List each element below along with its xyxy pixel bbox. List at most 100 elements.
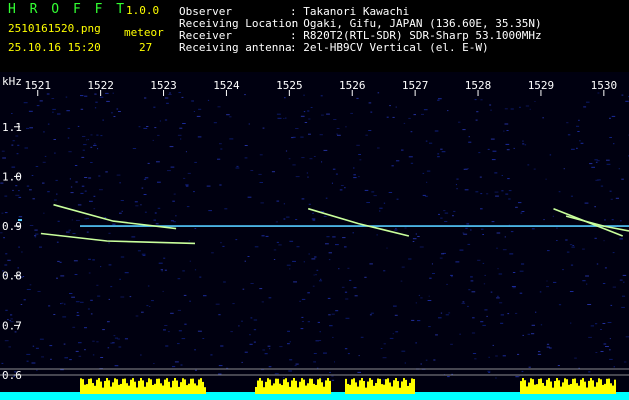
noise-speck [29,127,33,129]
noise-speck [615,197,619,199]
noise-speck [308,118,311,120]
noise-speck [345,317,350,319]
noise-speck [591,166,595,168]
noise-speck [500,314,504,316]
noise-speck [312,219,316,221]
noise-speck [313,353,317,354]
noise-speck [433,359,436,361]
signal-bar [361,378,363,394]
noise-speck [480,321,484,323]
noise-speck [17,267,19,269]
noise-speck [48,305,51,307]
noise-speck [51,98,55,99]
noise-speck [590,325,594,327]
noise-speck [249,343,253,345]
noise-speck [585,275,589,277]
signal-bar [150,379,152,394]
noise-speck [81,185,85,187]
signal-bar [379,378,381,394]
signal-bar [359,380,361,394]
x-tick-label: 1529 [528,79,555,92]
noise-speck [69,359,72,361]
signal-bar [136,387,138,394]
noise-speck [476,111,479,113]
noise-speck [273,249,277,251]
noise-speck [164,269,167,271]
noise-speck [472,317,475,319]
noise-speck [429,142,433,144]
signal-bar [148,378,150,394]
noise-speck [494,172,498,174]
noise-speck [295,128,299,129]
noise-speck [177,278,181,280]
noise-speck [55,179,58,181]
noise-speck [494,191,499,193]
signal-bar [383,384,385,394]
noise-speck [531,324,535,326]
noise-speck [335,173,338,175]
signal-bar [548,378,550,394]
noise-speck [3,237,5,239]
noise-speck [262,127,265,129]
noise-speck [323,216,327,217]
signal-bar [156,378,158,394]
noise-speck [466,223,470,225]
noise-speck [556,240,558,241]
noise-speck [412,238,417,240]
noise-speck [358,154,361,155]
noise-speck [321,114,324,116]
noise-speck [261,301,264,303]
noise-speck [299,300,301,302]
noise-speck [183,294,187,296]
header-panel: H R O F F T 1.0.0 2510161520.png 25.10.1… [0,0,629,72]
noise-speck [470,229,472,231]
noise-speck [174,361,179,363]
noise-speck [566,251,570,253]
noise-speck [273,259,276,260]
noise-speck [389,337,394,339]
noise-speck [467,305,469,307]
noise-speck [95,101,98,103]
noise-speck [382,379,386,381]
noise-speck [612,286,616,288]
noise-speck [496,297,500,299]
noise-speck [108,232,111,234]
noise-speck [462,301,465,303]
noise-speck [119,182,121,184]
noise-speck [283,118,285,119]
noise-speck [193,111,195,112]
noise-speck [84,327,87,329]
noise-speck [437,153,440,155]
signal-bar [307,383,309,394]
signal-bar [200,378,202,394]
signal-bar [114,378,116,394]
signal-bar [357,386,359,394]
signal-bar [98,378,100,394]
signal-bar [263,387,265,394]
noise-speck [179,127,183,129]
noise-speck [124,338,128,340]
noise-speck [96,134,99,136]
signal-bar [522,378,524,394]
noise-speck [396,198,399,200]
signal-bar [96,379,98,394]
noise-speck [144,97,147,99]
noise-speck [319,280,323,282]
noise-speck [395,331,399,333]
noise-speck [131,236,136,238]
noise-speck [68,229,71,231]
noise-speck [170,166,175,168]
noise-speck [57,260,60,262]
noise-speck [588,336,592,338]
noise-speck [448,312,451,314]
noise-speck [105,171,108,173]
noise-speck [300,136,304,138]
noise-speck [15,185,18,187]
signal-bar [90,378,92,394]
noise-speck [358,355,360,357]
noise-speck [440,148,443,150]
x-tick-label: 1522 [87,79,114,92]
noise-speck [236,165,239,167]
signal-bar [327,378,329,394]
noise-speck [194,269,197,271]
